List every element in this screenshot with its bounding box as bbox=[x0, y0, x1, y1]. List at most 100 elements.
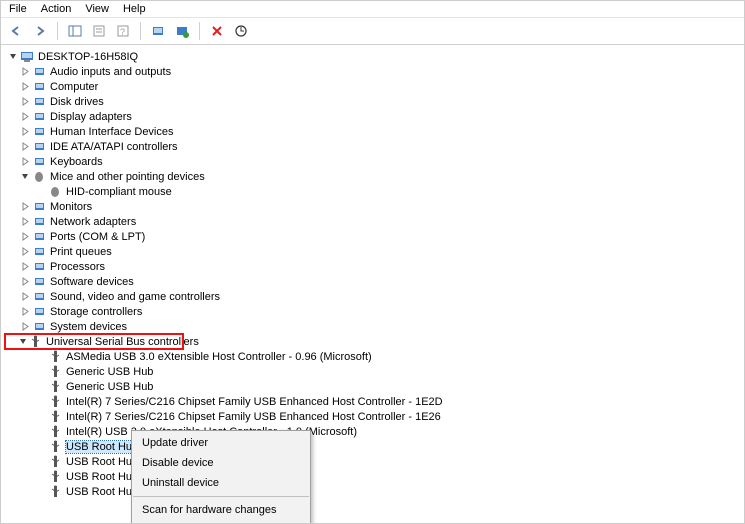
category-label: Universal Serial Bus controllers bbox=[46, 336, 199, 348]
category-label: Computer bbox=[50, 81, 98, 93]
tree-root[interactable]: DESKTOP-16H58IQ bbox=[5, 49, 744, 64]
collapse-icon[interactable] bbox=[19, 276, 31, 288]
usb-icon bbox=[29, 335, 42, 349]
tree-category[interactable]: Disk drives bbox=[5, 94, 744, 109]
tree-category[interactable]: Processors bbox=[5, 259, 744, 274]
expander-spacer bbox=[35, 396, 47, 408]
tree-device-usb[interactable]: USB Root Hub bbox=[5, 439, 744, 454]
tree-category[interactable]: Ports (COM & LPT) bbox=[5, 229, 744, 244]
category-label: Storage controllers bbox=[50, 306, 142, 318]
add-legacy-button[interactable] bbox=[173, 22, 191, 40]
collapse-icon[interactable] bbox=[19, 81, 31, 93]
tree-category[interactable]: Computer bbox=[5, 79, 744, 94]
collapse-icon[interactable] bbox=[19, 111, 31, 123]
collapse-icon[interactable] bbox=[19, 306, 31, 318]
usb-icon bbox=[48, 350, 62, 364]
tree-device-usb[interactable]: Generic USB Hub bbox=[5, 379, 744, 394]
tree-category-mice[interactable]: Mice and other pointing devices bbox=[5, 169, 744, 184]
update-driver-button[interactable] bbox=[232, 22, 250, 40]
toolbar-separator bbox=[199, 22, 200, 40]
tree-category[interactable]: Monitors bbox=[5, 199, 744, 214]
tree-device-usb[interactable]: USB Root Hub bbox=[5, 484, 744, 499]
expand-icon[interactable] bbox=[7, 51, 19, 63]
expander-spacer bbox=[35, 366, 47, 378]
tree-category[interactable]: Storage controllers bbox=[5, 304, 744, 319]
tree-category[interactable]: Human Interface Devices bbox=[5, 124, 744, 139]
tree-device[interactable]: HID-compliant mouse bbox=[5, 184, 744, 199]
tree-category[interactable]: System devices bbox=[5, 319, 744, 334]
tree-category[interactable]: Display adapters bbox=[5, 109, 744, 124]
collapse-icon[interactable] bbox=[19, 201, 31, 213]
expander-spacer bbox=[35, 486, 47, 498]
tree-device-usb[interactable]: Generic USB Hub bbox=[5, 364, 744, 379]
device-label: ASMedia USB 3.0 eXtensible Host Controll… bbox=[66, 351, 372, 363]
tree-category[interactable]: Sound, video and game controllers bbox=[5, 289, 744, 304]
expander-spacer bbox=[35, 456, 47, 468]
device-category-icon bbox=[32, 275, 46, 289]
cm-uninstall-device[interactable]: Uninstall device bbox=[132, 473, 310, 493]
help-button[interactable]: ? bbox=[114, 22, 132, 40]
device-category-icon bbox=[32, 95, 46, 109]
collapse-icon[interactable] bbox=[19, 66, 31, 78]
menu-bar: File Action View Help bbox=[1, 1, 744, 18]
device-category-icon bbox=[32, 140, 46, 154]
expander-spacer bbox=[35, 441, 47, 453]
cm-scan[interactable]: Scan for hardware changes bbox=[132, 500, 310, 520]
tree-category[interactable]: IDE ATA/ATAPI controllers bbox=[5, 139, 744, 154]
tree-category-usb[interactable]: Universal Serial Bus controllers bbox=[5, 334, 183, 349]
tree-category[interactable]: Print queues bbox=[5, 244, 744, 259]
menu-action[interactable]: Action bbox=[41, 3, 72, 15]
tree-device-usb[interactable]: Intel(R) 7 Series/C216 Chipset Family US… bbox=[5, 394, 744, 409]
category-label: Disk drives bbox=[50, 96, 104, 108]
device-category-icon bbox=[32, 320, 46, 334]
collapse-icon[interactable] bbox=[19, 231, 31, 243]
collapse-icon[interactable] bbox=[19, 141, 31, 153]
tree-device-usb[interactable]: USB Root Hub bbox=[5, 469, 744, 484]
category-label: Mice and other pointing devices bbox=[50, 171, 205, 183]
properties-button[interactable] bbox=[90, 22, 108, 40]
collapse-icon[interactable] bbox=[19, 291, 31, 303]
usb-icon bbox=[48, 455, 62, 469]
expand-icon[interactable] bbox=[19, 336, 28, 348]
collapse-icon[interactable] bbox=[19, 321, 31, 333]
menu-view[interactable]: View bbox=[85, 3, 109, 15]
cm-update-driver[interactable]: Update driver bbox=[132, 433, 310, 453]
svg-text:?: ? bbox=[120, 27, 125, 37]
tree-device-usb[interactable]: Intel(R) USB 3.0 eXtensible Host Control… bbox=[5, 424, 744, 439]
tree-device-usb[interactable]: ASMedia USB 3.0 eXtensible Host Controll… bbox=[5, 349, 744, 364]
usb-icon bbox=[48, 470, 62, 484]
expand-icon[interactable] bbox=[19, 171, 31, 183]
tree-device-usb[interactable]: Intel(R) 7 Series/C216 Chipset Family US… bbox=[5, 409, 744, 424]
device-label: USB Root Hub bbox=[66, 471, 138, 483]
tree-category[interactable]: Audio inputs and outputs bbox=[5, 64, 744, 79]
back-button[interactable] bbox=[7, 22, 25, 40]
device-category-icon bbox=[32, 245, 46, 259]
device-category-icon bbox=[32, 260, 46, 274]
tree-category[interactable]: Keyboards bbox=[5, 154, 744, 169]
collapse-icon[interactable] bbox=[19, 216, 31, 228]
device-category-icon bbox=[32, 290, 46, 304]
device-label: Intel(R) 7 Series/C216 Chipset Family US… bbox=[66, 411, 441, 423]
category-label: Monitors bbox=[50, 201, 92, 213]
category-label: Processors bbox=[50, 261, 105, 273]
collapse-icon[interactable] bbox=[19, 126, 31, 138]
device-tree[interactable]: DESKTOP-16H58IQ Audio inputs and outputs… bbox=[1, 45, 744, 523]
tree-device-usb[interactable]: USB Root Hub bbox=[5, 454, 744, 469]
collapse-icon[interactable] bbox=[19, 261, 31, 273]
tree-category[interactable]: Network adapters bbox=[5, 214, 744, 229]
expander-spacer bbox=[35, 381, 47, 393]
collapse-icon[interactable] bbox=[19, 246, 31, 258]
show-hide-tree-button[interactable] bbox=[66, 22, 84, 40]
uninstall-button[interactable] bbox=[208, 22, 226, 40]
toolbar-separator bbox=[140, 22, 141, 40]
computer-icon bbox=[20, 50, 34, 64]
scan-button[interactable] bbox=[149, 22, 167, 40]
menu-file[interactable]: File bbox=[9, 3, 27, 15]
tree-category[interactable]: Software devices bbox=[5, 274, 744, 289]
device-category-icon bbox=[32, 155, 46, 169]
collapse-icon[interactable] bbox=[19, 156, 31, 168]
collapse-icon[interactable] bbox=[19, 96, 31, 108]
forward-button[interactable] bbox=[31, 22, 49, 40]
cm-disable-device[interactable]: Disable device bbox=[132, 453, 310, 473]
menu-help[interactable]: Help bbox=[123, 3, 146, 15]
